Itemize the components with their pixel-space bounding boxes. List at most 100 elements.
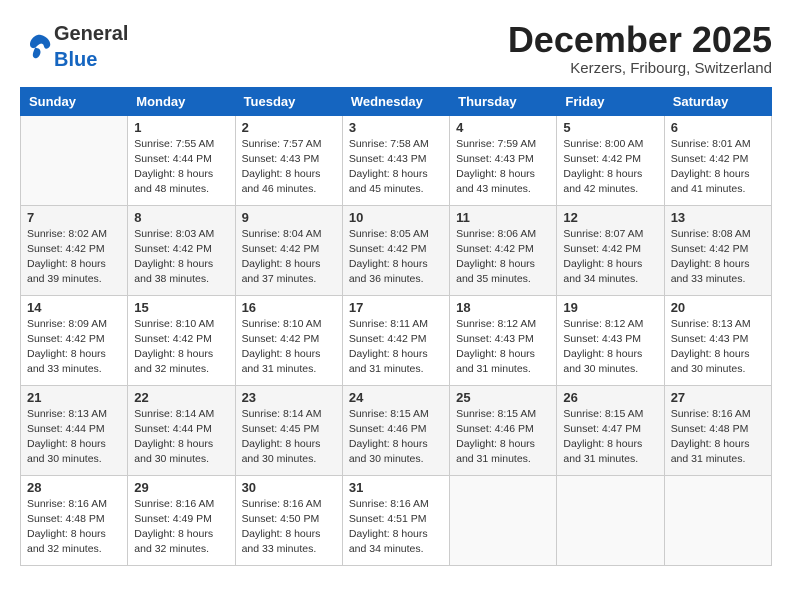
location-text: Kerzers, Fribourg, Switzerland: [508, 60, 772, 77]
day-detail: Sunrise: 8:12 AMSunset: 4:43 PMDaylight:…: [456, 317, 550, 378]
logo: General Blue: [20, 20, 128, 72]
calendar-cell: 30 Sunrise: 8:16 AMSunset: 4:50 PMDaylig…: [235, 475, 342, 565]
day-detail: Sunrise: 8:16 AMSunset: 4:48 PMDaylight:…: [671, 407, 765, 468]
calendar-cell: 22 Sunrise: 8:14 AMSunset: 4:44 PMDaylig…: [128, 385, 235, 475]
calendar-cell: 6 Sunrise: 8:01 AMSunset: 4:42 PMDayligh…: [664, 115, 771, 205]
day-detail: Sunrise: 8:16 AMSunset: 4:49 PMDaylight:…: [134, 497, 228, 558]
calendar-cell: 25 Sunrise: 8:15 AMSunset: 4:46 PMDaylig…: [450, 385, 557, 475]
day-detail: Sunrise: 8:06 AMSunset: 4:42 PMDaylight:…: [456, 227, 550, 288]
day-number: 4: [456, 120, 550, 135]
day-detail: Sunrise: 8:01 AMSunset: 4:42 PMDaylight:…: [671, 137, 765, 198]
weekday-header-friday: Friday: [557, 87, 664, 115]
calendar-cell: 12 Sunrise: 8:07 AMSunset: 4:42 PMDaylig…: [557, 205, 664, 295]
weekday-header-saturday: Saturday: [664, 87, 771, 115]
calendar-cell: 13 Sunrise: 8:08 AMSunset: 4:42 PMDaylig…: [664, 205, 771, 295]
calendar-header-row: SundayMondayTuesdayWednesdayThursdayFrid…: [21, 87, 772, 115]
day-number: 8: [134, 210, 228, 225]
day-number: 26: [563, 390, 657, 405]
day-number: 18: [456, 300, 550, 315]
day-detail: Sunrise: 8:05 AMSunset: 4:42 PMDaylight:…: [349, 227, 443, 288]
weekday-header-sunday: Sunday: [21, 87, 128, 115]
calendar-cell: 28 Sunrise: 8:16 AMSunset: 4:48 PMDaylig…: [21, 475, 128, 565]
day-number: 23: [242, 390, 336, 405]
title-block: December 2025 Kerzers, Fribourg, Switzer…: [508, 20, 772, 77]
calendar-table: SundayMondayTuesdayWednesdayThursdayFrid…: [20, 87, 772, 566]
calendar-cell: 19 Sunrise: 8:12 AMSunset: 4:43 PMDaylig…: [557, 295, 664, 385]
day-detail: Sunrise: 8:15 AMSunset: 4:46 PMDaylight:…: [349, 407, 443, 468]
calendar-cell: [557, 475, 664, 565]
day-detail: Sunrise: 8:13 AMSunset: 4:43 PMDaylight:…: [671, 317, 765, 378]
calendar-cell: 7 Sunrise: 8:02 AMSunset: 4:42 PMDayligh…: [21, 205, 128, 295]
day-detail: Sunrise: 8:02 AMSunset: 4:42 PMDaylight:…: [27, 227, 121, 288]
day-detail: Sunrise: 7:58 AMSunset: 4:43 PMDaylight:…: [349, 137, 443, 198]
day-detail: Sunrise: 8:03 AMSunset: 4:42 PMDaylight:…: [134, 227, 228, 288]
day-number: 14: [27, 300, 121, 315]
day-number: 15: [134, 300, 228, 315]
day-detail: Sunrise: 8:08 AMSunset: 4:42 PMDaylight:…: [671, 227, 765, 288]
calendar-cell: 26 Sunrise: 8:15 AMSunset: 4:47 PMDaylig…: [557, 385, 664, 475]
day-detail: Sunrise: 8:04 AMSunset: 4:42 PMDaylight:…: [242, 227, 336, 288]
day-number: 21: [27, 390, 121, 405]
day-detail: Sunrise: 8:10 AMSunset: 4:42 PMDaylight:…: [242, 317, 336, 378]
calendar-cell: 24 Sunrise: 8:15 AMSunset: 4:46 PMDaylig…: [342, 385, 449, 475]
weekday-header-thursday: Thursday: [450, 87, 557, 115]
day-detail: Sunrise: 8:07 AMSunset: 4:42 PMDaylight:…: [563, 227, 657, 288]
day-number: 31: [349, 480, 443, 495]
calendar-cell: [664, 475, 771, 565]
calendar-cell: [21, 115, 128, 205]
logo-blue-text: Blue: [54, 49, 97, 71]
day-detail: Sunrise: 8:00 AMSunset: 4:42 PMDaylight:…: [563, 137, 657, 198]
calendar-cell: 5 Sunrise: 8:00 AMSunset: 4:42 PMDayligh…: [557, 115, 664, 205]
day-detail: Sunrise: 8:15 AMSunset: 4:46 PMDaylight:…: [456, 407, 550, 468]
day-detail: Sunrise: 7:55 AMSunset: 4:44 PMDaylight:…: [134, 137, 228, 198]
weekday-header-monday: Monday: [128, 87, 235, 115]
calendar-cell: 16 Sunrise: 8:10 AMSunset: 4:42 PMDaylig…: [235, 295, 342, 385]
day-number: 25: [456, 390, 550, 405]
day-number: 19: [563, 300, 657, 315]
calendar-cell: 17 Sunrise: 8:11 AMSunset: 4:42 PMDaylig…: [342, 295, 449, 385]
calendar-cell: 14 Sunrise: 8:09 AMSunset: 4:42 PMDaylig…: [21, 295, 128, 385]
day-number: 10: [349, 210, 443, 225]
calendar-cell: 21 Sunrise: 8:13 AMSunset: 4:44 PMDaylig…: [21, 385, 128, 475]
day-number: 11: [456, 210, 550, 225]
calendar-cell: 31 Sunrise: 8:16 AMSunset: 4:51 PMDaylig…: [342, 475, 449, 565]
calendar-cell: 8 Sunrise: 8:03 AMSunset: 4:42 PMDayligh…: [128, 205, 235, 295]
page-header: General Blue December 2025 Kerzers, Frib…: [20, 20, 772, 77]
logo-general-text: General: [54, 23, 128, 45]
day-detail: Sunrise: 8:11 AMSunset: 4:42 PMDaylight:…: [349, 317, 443, 378]
day-detail: Sunrise: 8:14 AMSunset: 4:44 PMDaylight:…: [134, 407, 228, 468]
calendar-week-3: 14 Sunrise: 8:09 AMSunset: 4:42 PMDaylig…: [21, 295, 772, 385]
day-number: 17: [349, 300, 443, 315]
day-detail: Sunrise: 8:16 AMSunset: 4:48 PMDaylight:…: [27, 497, 121, 558]
day-number: 13: [671, 210, 765, 225]
calendar-cell: 11 Sunrise: 8:06 AMSunset: 4:42 PMDaylig…: [450, 205, 557, 295]
calendar-cell: 10 Sunrise: 8:05 AMSunset: 4:42 PMDaylig…: [342, 205, 449, 295]
calendar-cell: 1 Sunrise: 7:55 AMSunset: 4:44 PMDayligh…: [128, 115, 235, 205]
day-number: 22: [134, 390, 228, 405]
day-detail: Sunrise: 7:57 AMSunset: 4:43 PMDaylight:…: [242, 137, 336, 198]
calendar-cell: 2 Sunrise: 7:57 AMSunset: 4:43 PMDayligh…: [235, 115, 342, 205]
day-number: 5: [563, 120, 657, 135]
calendar-cell: 23 Sunrise: 8:14 AMSunset: 4:45 PMDaylig…: [235, 385, 342, 475]
calendar-cell: [450, 475, 557, 565]
day-number: 28: [27, 480, 121, 495]
day-number: 2: [242, 120, 336, 135]
day-number: 29: [134, 480, 228, 495]
calendar-week-2: 7 Sunrise: 8:02 AMSunset: 4:42 PMDayligh…: [21, 205, 772, 295]
calendar-cell: 3 Sunrise: 7:58 AMSunset: 4:43 PMDayligh…: [342, 115, 449, 205]
day-number: 7: [27, 210, 121, 225]
calendar-cell: 18 Sunrise: 8:12 AMSunset: 4:43 PMDaylig…: [450, 295, 557, 385]
calendar-cell: 29 Sunrise: 8:16 AMSunset: 4:49 PMDaylig…: [128, 475, 235, 565]
calendar-week-5: 28 Sunrise: 8:16 AMSunset: 4:48 PMDaylig…: [21, 475, 772, 565]
calendar-cell: 20 Sunrise: 8:13 AMSunset: 4:43 PMDaylig…: [664, 295, 771, 385]
day-detail: Sunrise: 8:16 AMSunset: 4:51 PMDaylight:…: [349, 497, 443, 558]
day-number: 12: [563, 210, 657, 225]
day-number: 30: [242, 480, 336, 495]
day-number: 6: [671, 120, 765, 135]
day-detail: Sunrise: 8:16 AMSunset: 4:50 PMDaylight:…: [242, 497, 336, 558]
day-number: 27: [671, 390, 765, 405]
day-detail: Sunrise: 8:10 AMSunset: 4:42 PMDaylight:…: [134, 317, 228, 378]
calendar-cell: 27 Sunrise: 8:16 AMSunset: 4:48 PMDaylig…: [664, 385, 771, 475]
day-number: 16: [242, 300, 336, 315]
calendar-week-1: 1 Sunrise: 7:55 AMSunset: 4:44 PMDayligh…: [21, 115, 772, 205]
